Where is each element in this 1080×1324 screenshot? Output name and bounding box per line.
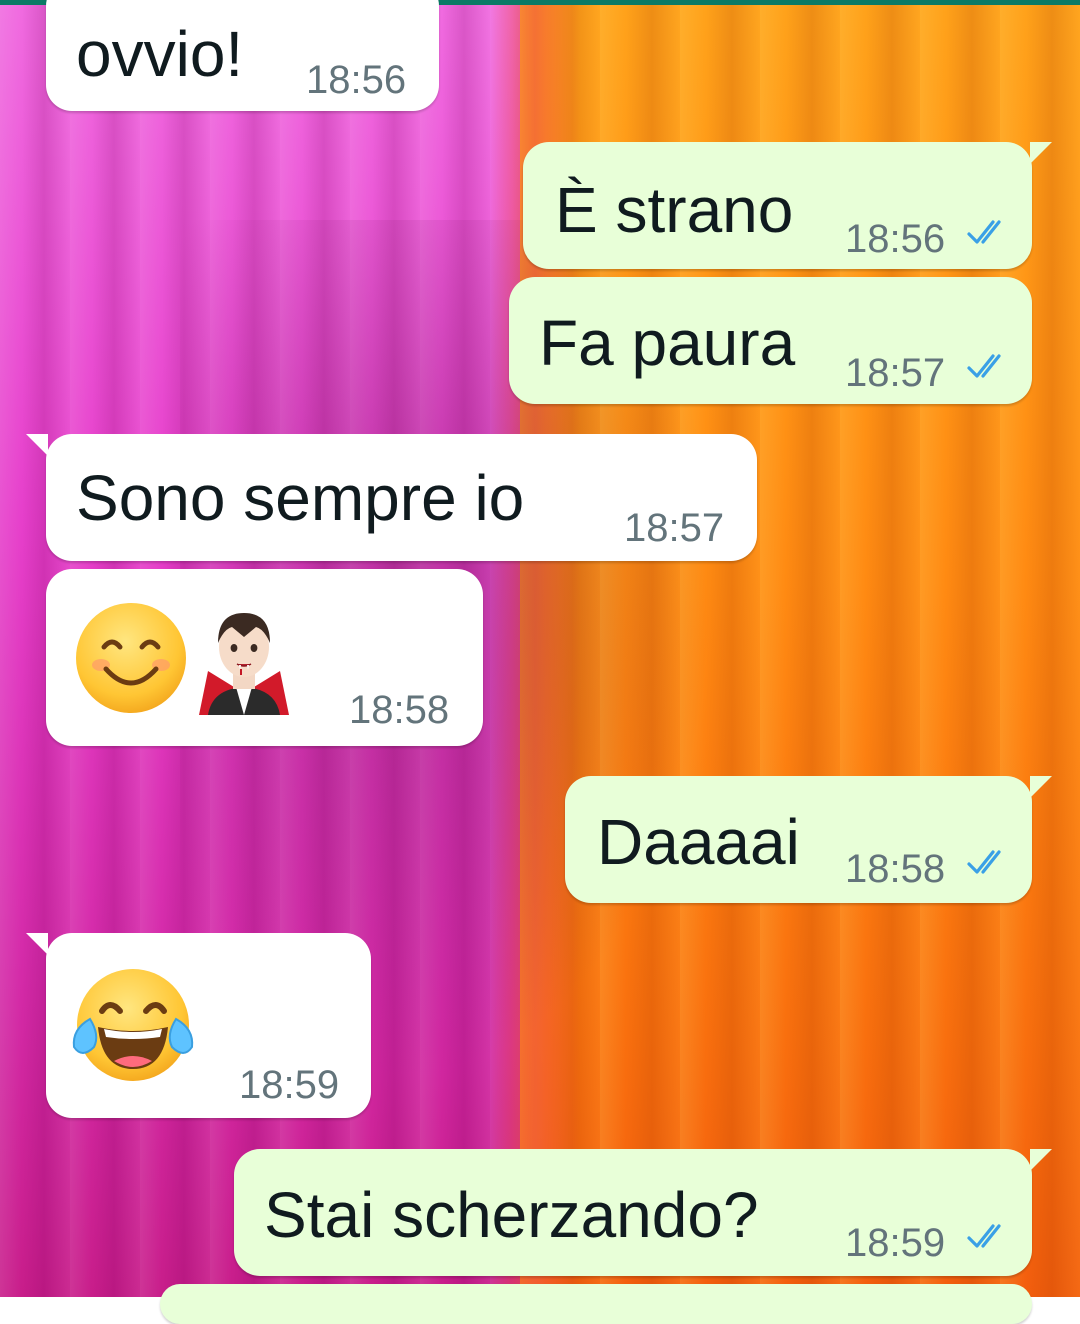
message-time: 18:58 <box>845 847 946 891</box>
message-text: Sono sempre io <box>76 462 525 534</box>
message-text: È strano <box>555 174 794 246</box>
message-bubble-outgoing[interactable]: Stai scherzando? 18:59 <box>234 1149 1052 1276</box>
message-bubble-incoming[interactable]: ovvio! 18:56 <box>46 0 439 111</box>
message-bubble-outgoing[interactable]: Fa paura 18:57 <box>509 277 1032 404</box>
message-bubble-incoming[interactable]: 18:58 <box>46 569 483 746</box>
message-text: Daaaai <box>597 806 800 878</box>
message-bubble-outgoing-partial[interactable] <box>160 1284 1032 1324</box>
message-time: 18:57 <box>845 351 946 395</box>
message-time: 18:57 <box>624 506 725 550</box>
tears-of-joy-icon <box>72 969 194 1081</box>
double-check-icon <box>967 220 1001 244</box>
message-text: Stai scherzando? <box>264 1179 759 1251</box>
message-time: 18:59 <box>845 1221 946 1265</box>
message-bubble-incoming[interactable]: 18:59 <box>26 933 371 1118</box>
double-check-icon <box>967 850 1001 874</box>
double-check-icon <box>967 354 1001 378</box>
vampire-icon <box>199 613 289 715</box>
smiling-face-icon <box>76 603 186 713</box>
message-text: ovvio! <box>76 18 244 90</box>
message-bubble-outgoing[interactable]: È strano 18:56 <box>523 142 1052 269</box>
message-bubble-outgoing[interactable]: Daaaai 18:58 <box>565 776 1052 903</box>
message-text: Fa paura <box>539 307 796 379</box>
message-time: 18:59 <box>239 1063 340 1107</box>
message-bubble-incoming[interactable]: Sono sempre io 18:57 <box>26 434 757 561</box>
message-time: 18:56 <box>306 58 407 102</box>
message-time: 18:58 <box>349 688 450 732</box>
message-time: 18:56 <box>845 217 946 261</box>
double-check-icon <box>967 1224 1001 1248</box>
